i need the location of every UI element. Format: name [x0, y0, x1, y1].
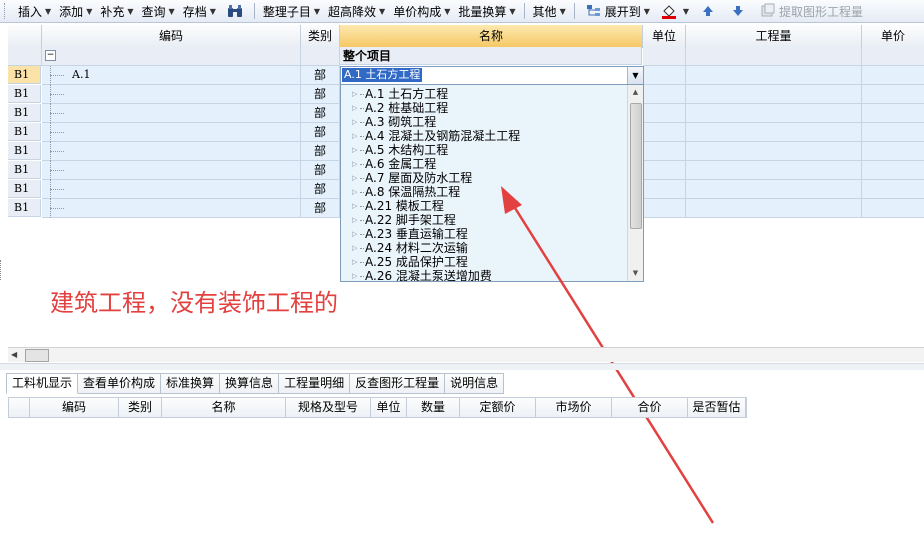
splitter-handle[interactable]: [0, 260, 4, 280]
bottom-header-9[interactable]: 是否暂估: [688, 398, 746, 417]
bottom-header-8[interactable]: 合价: [612, 398, 688, 417]
header-corner: [9, 398, 30, 417]
tab-6[interactable]: 说明信息: [445, 373, 505, 394]
tab-2[interactable]: 标准换算: [161, 373, 221, 394]
grid-horizontal-scrollbar[interactable]: ◀: [8, 347, 924, 362]
tab-4[interactable]: 工程量明细: [279, 373, 351, 394]
bottom-header-5[interactable]: 数量: [407, 398, 460, 417]
bottom-header-1[interactable]: 类别: [119, 398, 162, 417]
bottom-header-6[interactable]: 定额价: [460, 398, 536, 417]
bottom-header-0[interactable]: 编码: [30, 398, 119, 417]
bottom-header-7[interactable]: 市场价: [536, 398, 612, 417]
tab-5[interactable]: 反查图形工程量: [350, 373, 446, 394]
red-arrow-annotation: [501, 186, 715, 524]
pane-splitter[interactable]: [0, 363, 924, 370]
bottom-grid-header: 编码 类别 名称 规格及型号 单位 数量 定额价 市场价 合价 是否暂估: [8, 397, 747, 418]
tab-3[interactable]: 换算信息: [220, 373, 280, 394]
bottom-tabs: 工料机显示 查看单价构成 标准换算 换算信息 工程量明细 反查图形工程量 说明信息: [6, 373, 505, 394]
hscroll-thumb[interactable]: [25, 349, 49, 362]
bottom-header-2[interactable]: 名称: [162, 398, 286, 417]
bottom-header-3[interactable]: 规格及型号: [286, 398, 371, 417]
scroll-left-icon[interactable]: ◀: [11, 348, 17, 362]
bottom-header-4[interactable]: 单位: [371, 398, 407, 417]
tab-0[interactable]: 工料机显示: [6, 373, 79, 394]
arrow-head: [501, 186, 522, 214]
tab-1[interactable]: 查看单价构成: [78, 373, 162, 394]
